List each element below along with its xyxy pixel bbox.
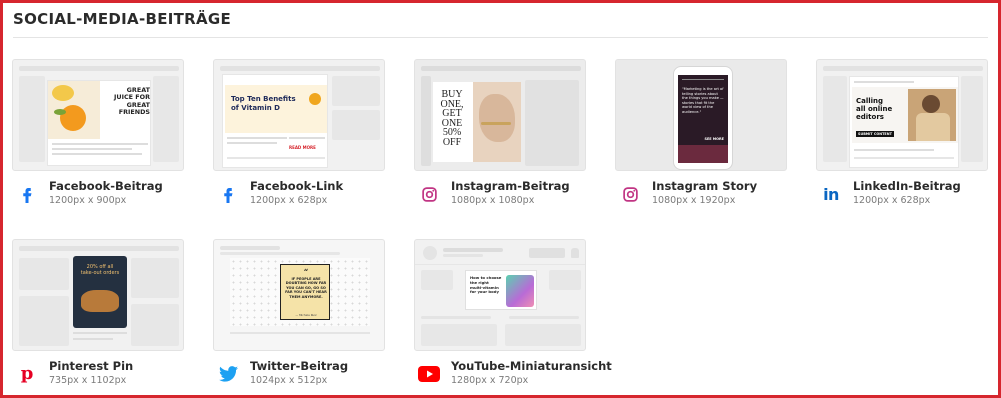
card-size: 1200px x 900px	[49, 195, 127, 206]
template-card-twitter-post[interactable]: “ IF PEOPLE ARE DOUBTING HOW FAR YOU CAN…	[213, 239, 385, 389]
quote-card: “ IF PEOPLE ARE DOUBTING HOW FAR YOU CAN…	[280, 264, 330, 320]
section-title: SOCIAL-MEDIA-BEITRÄGE	[13, 10, 232, 28]
youtube-icon	[418, 363, 440, 385]
instagram-story-preview: "Marketing is the art of telling stories…	[678, 75, 728, 163]
card-size: 1200px x 628px	[853, 195, 931, 206]
hands-image	[473, 82, 521, 162]
template-card-instagram-post[interactable]: BUY ONE, GET ONE 50% OFF Instagram-Beitr…	[414, 59, 586, 209]
facebook-icon	[217, 183, 239, 205]
template-card-instagram-story[interactable]: "Marketing is the art of telling stories…	[615, 59, 787, 209]
facebook-link-preview: Top Ten Benefits of Vitamin D READ MORE	[222, 74, 328, 168]
template-card-facebook-link[interactable]: Top Ten Benefits of Vitamin D READ MORE …	[213, 59, 385, 209]
template-card-linkedin-post[interactable]: Calling all online editors SUBMIT CONTEN…	[816, 59, 988, 209]
card-size: 735px x 1102px	[49, 375, 127, 386]
thumbnail-linkedin-post[interactable]: Calling all online editors SUBMIT CONTEN…	[816, 59, 988, 171]
card-title[interactable]: YouTube-Miniaturansicht	[451, 359, 612, 373]
template-card-facebook-post[interactable]: GREAT JUICE FOR GREAT FRIENDS Facebook-B…	[12, 59, 184, 209]
instagram-post-preview: BUY ONE, GET ONE 50% OFF	[433, 82, 521, 162]
gradient-image	[506, 275, 534, 307]
card-title[interactable]: Instagram Story	[652, 179, 757, 193]
thumbnail-facebook-post[interactable]: GREAT JUICE FOR GREAT FRIENDS	[12, 59, 184, 171]
pinterest-icon: p	[20, 363, 34, 384]
card-title[interactable]: Pinterest Pin	[49, 359, 133, 373]
card-size: 1280px x 720px	[451, 375, 529, 386]
thumbnail-twitter-post[interactable]: “ IF PEOPLE ARE DOUBTING HOW FAR YOU CAN…	[213, 239, 385, 351]
youtube-thumbnail-preview: How to choose the right multi-vitamin fo…	[465, 270, 537, 310]
linkedin-post-preview: Calling all online editors SUBMIT CONTEN…	[849, 76, 959, 168]
twitter-post-preview: “ IF PEOPLE ARE DOUBTING HOW FAR YOU CAN…	[230, 258, 370, 326]
card-title[interactable]: LinkedIn-Beitrag	[853, 179, 961, 193]
vitamin-d-image: Top Ten Benefits of Vitamin D	[225, 85, 327, 133]
social-media-section: SOCIAL-MEDIA-BEITRÄGE GREAT JUICE FOR GR…	[0, 0, 1001, 398]
twitter-icon	[217, 363, 239, 385]
template-card-pinterest-pin[interactable]: 20% off all take-out orders p Pinterest …	[12, 239, 184, 389]
card-title[interactable]: Facebook-Link	[250, 179, 343, 193]
thumbnail-facebook-link[interactable]: Top Ten Benefits of Vitamin D READ MORE	[213, 59, 385, 171]
editor-photo	[908, 89, 956, 141]
card-title[interactable]: Twitter-Beitrag	[250, 359, 348, 373]
instagram-icon	[619, 183, 641, 205]
juice-image	[48, 81, 100, 139]
phone-frame: "Marketing is the art of telling stories…	[673, 66, 733, 170]
thumbnail-instagram-story[interactable]: "Marketing is the art of telling stories…	[615, 59, 787, 171]
card-size: 1200px x 628px	[250, 195, 328, 206]
template-card-youtube-thumbnail[interactable]: How to choose the right multi-vitamin fo…	[414, 239, 612, 389]
linkedin-image: Calling all online editors SUBMIT CONTEN…	[852, 87, 958, 143]
instagram-icon	[418, 183, 440, 205]
card-size: 1080px x 1920px	[652, 195, 736, 206]
facebook-post-preview: GREAT JUICE FOR GREAT FRIENDS	[47, 80, 151, 166]
burger-image	[81, 290, 119, 312]
card-size: 1080px x 1080px	[451, 195, 535, 206]
linkedin-icon: in	[823, 184, 839, 204]
card-size: 1024px x 512px	[250, 375, 328, 386]
divider	[13, 37, 988, 38]
facebook-icon	[16, 183, 38, 205]
sun-icon	[309, 93, 321, 105]
card-title[interactable]: Instagram-Beitrag	[451, 179, 570, 193]
thumbnail-youtube[interactable]: How to choose the right multi-vitamin fo…	[414, 239, 586, 351]
thumbnail-pinterest-pin[interactable]: 20% off all take-out orders	[12, 239, 184, 351]
pinterest-pin-preview: 20% off all take-out orders	[73, 256, 127, 328]
card-title[interactable]: Facebook-Beitrag	[49, 179, 163, 193]
thumbnail-instagram-post[interactable]: BUY ONE, GET ONE 50% OFF	[414, 59, 586, 171]
